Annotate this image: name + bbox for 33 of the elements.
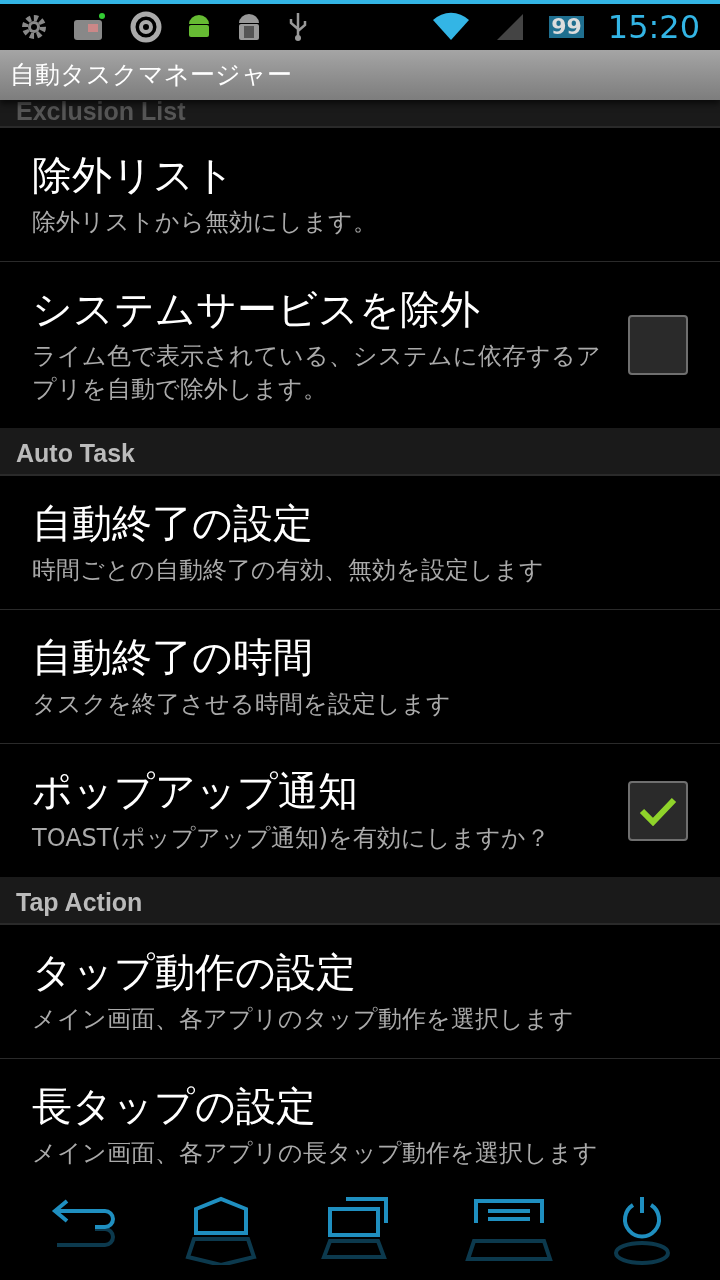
checkbox[interactable] bbox=[628, 780, 688, 841]
preference-summary: タスクを終了させる時間を設定します bbox=[32, 689, 452, 720]
preference-title: システムサービスを除外 bbox=[32, 285, 481, 334]
preference-summary: ライム色で表示されている、システムに依存するアプリを自動で除外します。 bbox=[32, 341, 602, 405]
preference-title: ポップアップ通知 bbox=[32, 767, 359, 816]
preference-row[interactable]: 自動終了の設定 時間ごとの自動終了の有効、無効を設定します bbox=[0, 476, 720, 610]
preference-title: 除外リスト bbox=[32, 151, 236, 200]
preference-title: タップ動作の設定 bbox=[32, 948, 357, 997]
preference-row[interactable]: 自動終了の時間 タスクを終了させる時間を設定します bbox=[0, 610, 720, 744]
preference-row[interactable]: ポップアップ通知 TOAST(ポップアップ通知)を有効にしますか？ bbox=[0, 744, 720, 877]
section-title: Exclusion List bbox=[16, 100, 186, 124]
preference-summary: メイン画面、各アプリのタップ動作を選択します bbox=[32, 1004, 575, 1035]
preference-title: 自動終了の時間 bbox=[32, 633, 314, 682]
preference-summary: 時間ごとの自動終了の有効、無効を設定します bbox=[32, 555, 545, 586]
signal-icon bbox=[495, 12, 526, 42]
clock: 15:20 bbox=[607, 11, 700, 43]
preference-title: 長タップの設定 bbox=[32, 1082, 317, 1131]
battery-level: 99 bbox=[549, 16, 584, 38]
checkmark-icon bbox=[639, 795, 677, 826]
preference-row[interactable]: 除外リスト 除外リストから無効にします。 bbox=[0, 128, 720, 262]
gear-icon bbox=[20, 13, 48, 41]
preference-title: 自動終了の設定 bbox=[32, 499, 314, 548]
preference-summary: TOAST(ポップアップ通知)を有効にしますか？ bbox=[32, 823, 552, 854]
preference-summary: 除外リストから無効にします。 bbox=[32, 207, 378, 238]
preference-row[interactable]: タップ動作の設定 メイン画面、各アプリのタップ動作を選択します bbox=[0, 925, 720, 1059]
wifi-icon bbox=[431, 12, 472, 42]
preference-row[interactable]: 長タップの設定 メイン画面、各アプリの長タップ動作を選択します bbox=[0, 1059, 720, 1180]
checkbox[interactable] bbox=[628, 315, 688, 375]
section-title: Auto Task bbox=[16, 441, 135, 466]
preference-row[interactable]: システムサービスを除外 ライム色で表示されている、システムに依存するアプリを自動で除外します。 bbox=[0, 262, 720, 428]
app-title: 自動タスクマネージャー bbox=[10, 59, 292, 92]
section-title: Tap Action bbox=[16, 890, 143, 915]
preference-summary: メイン画面、各アプリの長タップ動作を選択します bbox=[32, 1138, 599, 1169]
